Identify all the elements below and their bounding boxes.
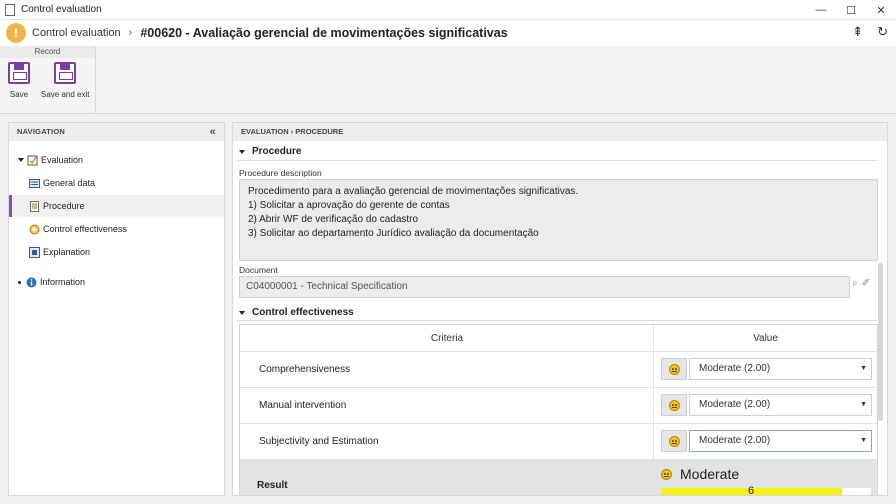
result-row: Result Moderate 6: [240, 460, 877, 496]
procedure-description-field[interactable]: Procedimento para a avaliação gerencial …: [239, 179, 878, 261]
section-title: Control effectiveness: [252, 307, 354, 318]
vertical-scrollbar[interactable]: [878, 263, 883, 421]
document-icon: [30, 200, 39, 212]
description-line: Procedimento para a avaliação gerencial …: [248, 186, 579, 197]
info-icon: [26, 277, 37, 287]
column-header-value: Value: [753, 333, 778, 344]
neutral-face-icon: [661, 430, 687, 452]
document-label: Document: [239, 265, 278, 275]
description-line: 3) Solicitar ao departamento Jurídico av…: [248, 228, 539, 239]
breadcrumb-root[interactable]: Control evaluation: [32, 27, 121, 39]
dropdown-arrow-icon[interactable]: ▼: [860, 431, 867, 451]
value-select-group: Moderate (2.00) ▼: [661, 358, 872, 380]
neutral-face-icon: [661, 394, 687, 416]
record-header: ! Control evaluation › #00620 - Avaliaçã…: [0, 20, 896, 46]
close-button[interactable]: ✕: [866, 0, 896, 20]
neutral-face-icon: [661, 468, 672, 480]
form-icon: [29, 178, 40, 188]
save-exit-label: Save and exit: [41, 90, 90, 99]
control-effectiveness-section-header[interactable]: Control effectiveness: [239, 307, 354, 318]
description-line: 2) Abrir WF de verificação do cadastro: [248, 214, 419, 225]
collapse-header-icon[interactable]: ⇞: [852, 24, 863, 40]
value-select-group: Moderate (2.00) ▼: [661, 394, 872, 416]
page-title: #00620 - Avaliação gerencial de moviment…: [140, 26, 508, 40]
value-select-group: Moderate (2.00) ▼: [661, 430, 872, 452]
description-line: 1) Solicitar a aprovação do gerente de c…: [248, 200, 450, 211]
nav-item-control-effectiveness[interactable]: Control effectiveness: [9, 218, 224, 240]
minimize-button[interactable]: —: [806, 0, 836, 20]
collapse-arrow-icon[interactable]: [239, 310, 245, 315]
navigation-title: NAVIGATION: [17, 127, 65, 136]
ribbon-group-record: Record Save Save and exit: [0, 46, 96, 114]
nav-item-explanation[interactable]: Explanation: [9, 241, 224, 263]
result-text: Moderate: [680, 466, 740, 482]
result-label: Result: [257, 480, 288, 491]
document-field[interactable]: C04000001 - Technical Specification: [239, 276, 850, 298]
neutral-face-icon: [661, 358, 687, 380]
bullet-icon: [18, 280, 21, 284]
criteria-grid: Criteria Value Comprehensiveness Moderat…: [239, 324, 878, 496]
main-breadcrumb: EVALUATION › PROCEDURE: [233, 123, 887, 141]
table-row: Comprehensiveness Moderate (2.00) ▼: [240, 352, 877, 388]
column-header-criteria: Criteria: [430, 333, 464, 344]
collapse-navigation-icon[interactable]: «: [210, 123, 216, 141]
save-and-exit-button[interactable]: Save and exit: [41, 62, 89, 99]
value-select[interactable]: Moderate (2.00) ▼: [689, 358, 872, 380]
selected-value: Moderate (2.00): [699, 399, 771, 410]
nav-item-label: Information: [40, 277, 86, 287]
value-select[interactable]: Moderate (2.00) ▼: [689, 430, 872, 452]
table-row: Manual intervention Moderate (2.00) ▼: [240, 388, 877, 424]
clear-field-icon[interactable]: ✐: [862, 278, 870, 289]
dropdown-arrow-icon[interactable]: ▼: [860, 395, 867, 415]
ribbon-toolbar: Record Save Save and exit: [0, 46, 896, 114]
result-score-bar: 6: [661, 485, 871, 496]
app-document-icon: [5, 3, 15, 16]
maximize-button[interactable]: ☐: [836, 0, 866, 20]
nav-item-procedure[interactable]: Procedure: [9, 195, 224, 217]
nav-item-information[interactable]: Information: [9, 271, 224, 293]
nav-item-evaluation[interactable]: Evaluation: [9, 149, 224, 171]
section-divider: [237, 320, 877, 321]
nav-item-label: Procedure: [43, 201, 85, 211]
section-title: Procedure: [252, 146, 302, 157]
window-titlebar: Control evaluation — ☐ ✕: [0, 0, 896, 20]
ribbon-group-label: Record: [0, 46, 95, 58]
navigation-panel: NAVIGATION « Evaluation General data Pro…: [8, 122, 225, 496]
nav-item-label: Evaluation: [41, 155, 84, 165]
save-button[interactable]: Save: [8, 62, 30, 99]
section-divider: [237, 160, 877, 161]
refresh-icon[interactable]: ↻: [877, 24, 888, 40]
navigation-header: NAVIGATION «: [9, 123, 224, 141]
dropdown-arrow-icon[interactable]: ▼: [860, 359, 867, 379]
warning-icon: !: [6, 23, 26, 43]
procedure-section-header[interactable]: Procedure: [239, 146, 301, 157]
main-panel: EVALUATION › PROCEDURE Procedure Procedu…: [232, 122, 888, 496]
save-exit-icon: [54, 62, 77, 84]
evaluation-icon: [27, 155, 38, 165]
effectiveness-icon: [29, 224, 40, 234]
value-select[interactable]: Moderate (2.00) ▼: [689, 394, 872, 416]
criteria-label: Manual intervention: [259, 400, 347, 411]
save-label: Save: [9, 90, 29, 99]
nav-item-label: Explanation: [43, 247, 91, 257]
criteria-label: Comprehensiveness: [259, 364, 351, 375]
nav-item-general-data[interactable]: General data: [9, 172, 224, 194]
nav-item-label: General data: [43, 178, 96, 188]
search-icon[interactable]: ⌕: [852, 278, 858, 289]
window-title: Control evaluation: [21, 4, 102, 15]
collapse-arrow-icon[interactable]: [239, 149, 245, 154]
result-score: 6: [747, 485, 755, 496]
selected-value: Moderate (2.00): [699, 363, 771, 374]
explanation-icon: [29, 246, 40, 258]
chevron-right-icon: ›: [128, 27, 133, 39]
result-value: Moderate: [661, 466, 739, 482]
table-row: Subjectivity and Estimation Moderate (2.…: [240, 424, 877, 460]
nav-item-label: Control effectiveness: [43, 224, 127, 234]
criteria-label: Subjectivity and Estimation: [259, 436, 379, 447]
selected-value: Moderate (2.00): [699, 435, 771, 446]
save-icon: [8, 62, 30, 84]
grid-header-row: Criteria Value: [240, 325, 877, 352]
procedure-description-label: Procedure description: [239, 168, 322, 178]
expand-arrow-icon[interactable]: [18, 158, 24, 162]
